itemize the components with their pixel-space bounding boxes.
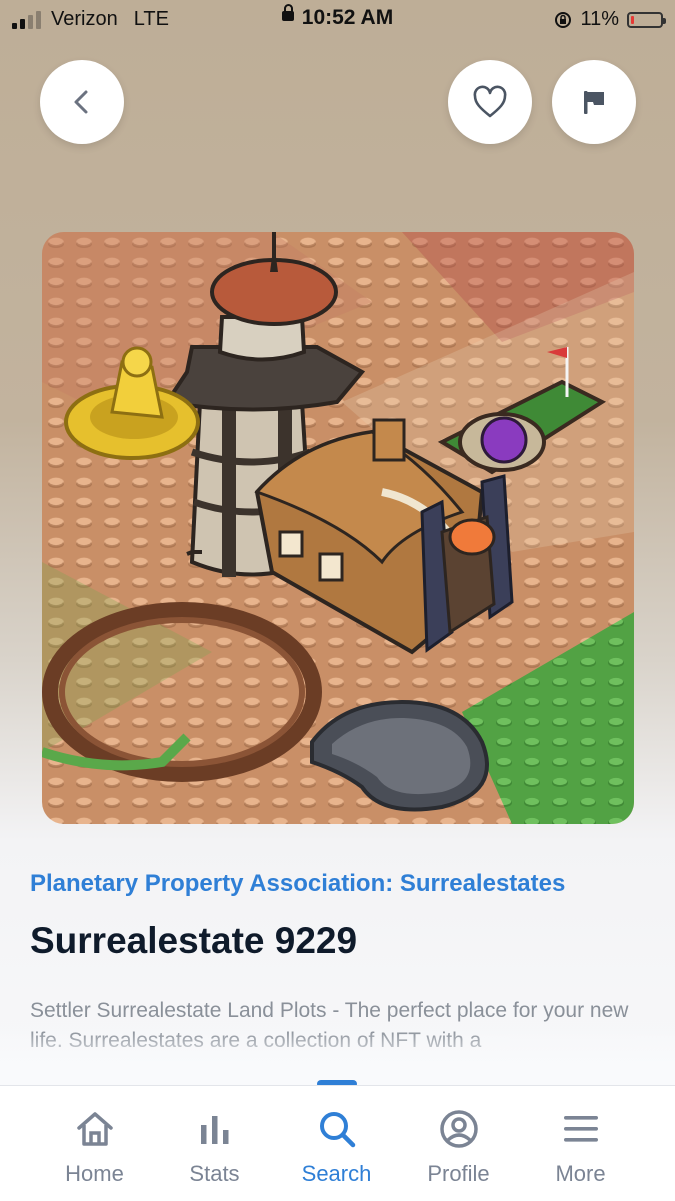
home-icon [77, 1112, 113, 1146]
description-fade [0, 1030, 675, 1086]
tab-more[interactable]: More [513, 1086, 648, 1201]
favorite-button[interactable] [448, 60, 532, 144]
tab-home[interactable]: Home [27, 1086, 162, 1201]
tab-home-label: Home [65, 1161, 124, 1186]
lock-icon [281, 4, 294, 22]
collection-link[interactable]: Planetary Property Association: Surreale… [30, 870, 565, 898]
stats-icon [201, 1116, 229, 1144]
tab-stats-label: Stats [189, 1161, 240, 1186]
status-bar: Verizon LTE 10:52 AM 11% [0, 0, 675, 40]
status-time: 10:52 AM [301, 6, 394, 29]
heart-icon [473, 85, 507, 118]
tab-search-label: Search [301, 1161, 372, 1186]
flag-icon [584, 91, 604, 114]
bottom-tab-bar: Home Stats Search Profile More [0, 1085, 675, 1201]
profile-icon [440, 1110, 478, 1148]
status-right: 11% [554, 8, 666, 31]
tab-profile[interactable]: Profile [391, 1086, 526, 1201]
rotation-lock-icon [555, 11, 572, 28]
tab-stats[interactable]: Stats [147, 1086, 282, 1201]
search-icon [320, 1112, 356, 1148]
battery-icon [627, 11, 666, 28]
back-button[interactable] [40, 60, 124, 144]
battery-percent: 11% [580, 8, 619, 30]
tab-profile-label: Profile [427, 1161, 490, 1186]
tab-more-label: More [555, 1161, 606, 1186]
nft-artwork [42, 232, 634, 824]
tab-search[interactable]: Search [269, 1086, 404, 1201]
chevron-left-icon [74, 90, 88, 114]
nft-title: Surrealestate 9229 [30, 920, 358, 961]
report-button[interactable] [552, 60, 636, 144]
menu-icon [564, 1116, 598, 1142]
